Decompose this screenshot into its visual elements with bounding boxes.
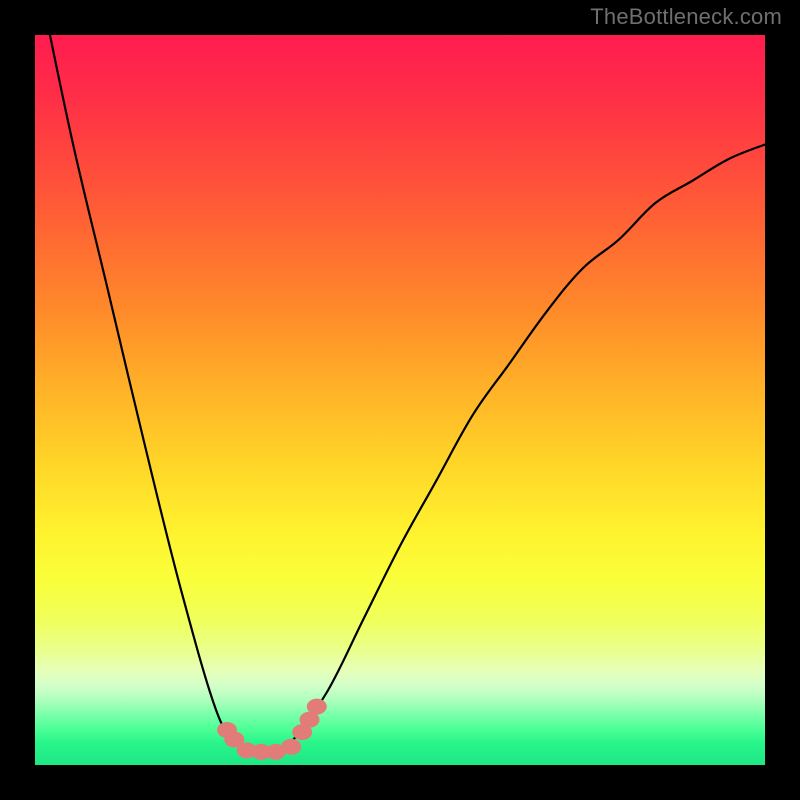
curve-marker [307, 699, 327, 715]
bottleneck-curve [35, 35, 765, 751]
chart-container: TheBottleneck.com [0, 0, 800, 800]
curve-layer [35, 35, 765, 765]
watermark-text: TheBottleneck.com [590, 4, 782, 30]
curve-marker [281, 739, 301, 755]
marker-group [217, 699, 327, 760]
plot-area [35, 35, 765, 765]
